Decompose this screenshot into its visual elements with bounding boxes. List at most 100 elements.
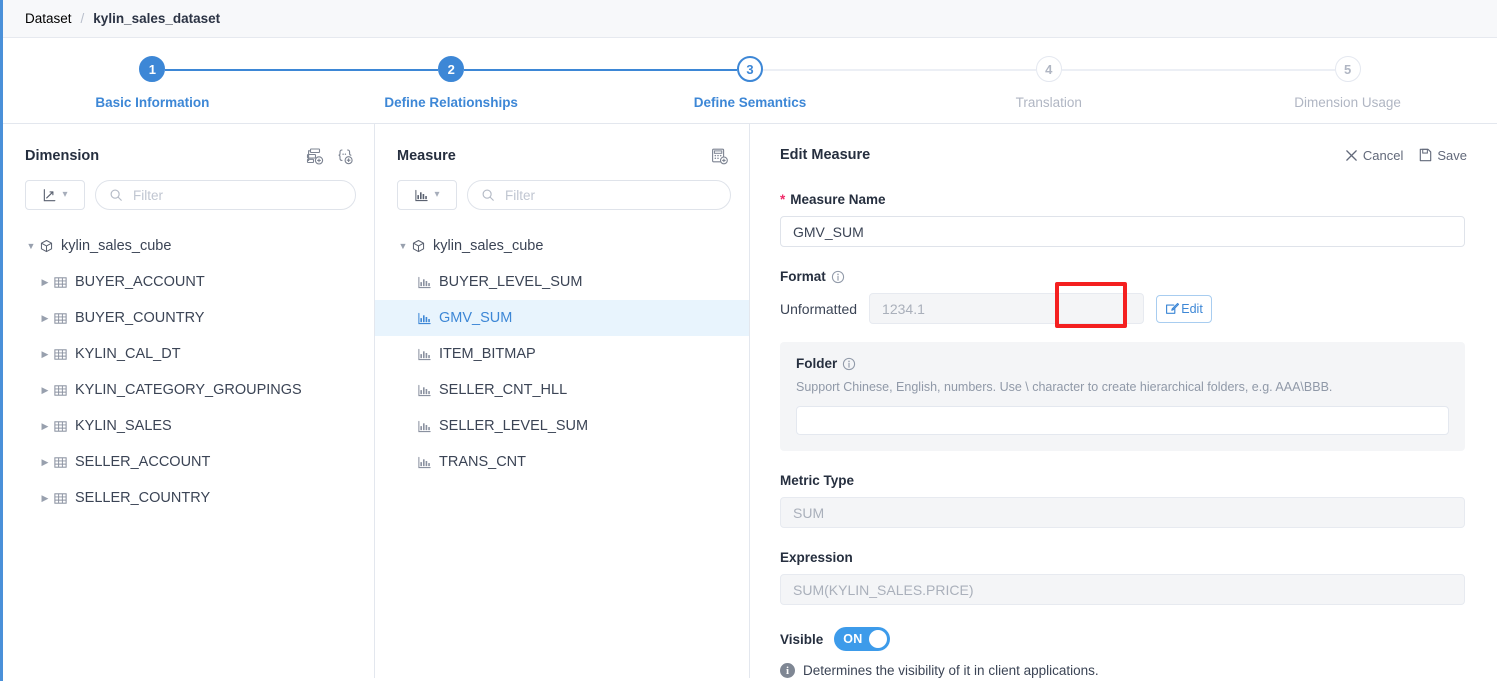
caret-down-icon[interactable]: ▼ (395, 241, 411, 251)
dimension-filter-input[interactable] (131, 186, 342, 204)
step-basic-information[interactable]: 1 Basic Information (3, 38, 302, 123)
measure-icon (417, 311, 439, 326)
table-icon (53, 347, 75, 362)
step-connector-right (165, 69, 302, 71)
expression-label-text: Expression (780, 550, 853, 565)
caret-right-icon[interactable]: ▶ (37, 313, 53, 324)
dimension-table-kylin-cal-dt[interactable]: ▶ KYLIN_CAL_DT (3, 336, 374, 372)
measure-name-value: GMV_SUM (793, 223, 864, 240)
add-named-set-icon[interactable] (335, 147, 354, 166)
format-edit-button[interactable]: Edit (1156, 294, 1213, 323)
info-circle-icon[interactable] (842, 357, 856, 371)
caret-down-icon[interactable]: ▼ (23, 241, 39, 251)
step-dimension-usage[interactable]: 5 Dimension Usage (1198, 38, 1497, 123)
measure-item-gmv-sum[interactable]: GMV_SUM (375, 300, 749, 336)
step-label: Basic Information (95, 95, 210, 110)
add-measure-icon[interactable] (710, 147, 729, 166)
caret-right-icon[interactable]: ▶ (37, 277, 53, 288)
info-badge-icon: i (780, 663, 795, 678)
measure-tree-root[interactable]: ▼ kylin_sales_cube (375, 228, 749, 264)
step-number: 1 (139, 56, 166, 82)
cancel-button-label: Cancel (1362, 147, 1404, 163)
table-icon (53, 275, 75, 290)
dimension-table-buyer-country[interactable]: ▶ BUYER_COUNTRY (3, 300, 374, 336)
measure-item-item-bitmap[interactable]: ITEM_BITMAP (375, 336, 749, 372)
step-translation[interactable]: 4 Translation (899, 38, 1199, 123)
step-label: Define Relationships (384, 95, 518, 110)
dimension-table-seller-account[interactable]: ▶ SELLER_ACCOUNT (3, 444, 374, 480)
step-connector-left (899, 69, 1036, 71)
save-button-label: Save (1437, 147, 1467, 163)
caret-right-icon[interactable]: ▶ (37, 349, 53, 360)
save-icon (1419, 148, 1432, 162)
dimension-table-kylin-sales[interactable]: ▶ KYLIN_SALES (3, 408, 374, 444)
dimension-filter-row: ▾ (3, 170, 374, 210)
search-icon (109, 188, 123, 202)
caret-right-icon[interactable]: ▶ (37, 457, 53, 468)
step-define-relationships[interactable]: 2 Define Relationships (301, 38, 601, 123)
dimension-table-label: BUYER_COUNTRY (75, 310, 205, 326)
cancel-button[interactable]: Cancel (1345, 148, 1403, 163)
dimension-tree-root[interactable]: ▼ kylin_sales_cube (3, 228, 374, 264)
breadcrumb-separator: / (80, 11, 85, 26)
measure-panel: Measure ▾ Filter ▼ kylin_sales_cube BUYE… (375, 124, 750, 678)
visible-toggle[interactable]: ON (834, 627, 891, 651)
dataset-define-semantics-page: Dataset / kylin_sales_dataset 1 Basic In… (0, 0, 1497, 681)
cube-icon (411, 239, 433, 254)
expression-input: SUM(KYLIN_SALES.PRICE) (780, 574, 1465, 605)
measure-panel-header: Measure (375, 124, 749, 170)
dimension-tree: ▼ kylin_sales_cube ▶ BUYER_ACCOUNT ▶ BUY… (3, 210, 374, 516)
expression-label: Expression (780, 550, 1465, 565)
dimension-table-buyer-account[interactable]: ▶ BUYER_ACCOUNT (3, 264, 374, 300)
required-marker: * (780, 192, 786, 207)
measure-item-label: GMV_SUM (439, 310, 513, 326)
save-button[interactable]: Save (1419, 148, 1467, 163)
measure-tree-root-label: kylin_sales_cube (433, 238, 544, 254)
edit-measure-form: * Measure Name GMV_SUM Format Unformatte… (750, 170, 1497, 678)
measure-item-label: BUYER_LEVEL_SUM (439, 274, 583, 290)
dimension-panel-header: Dimension (3, 124, 374, 170)
caret-right-icon[interactable]: ▶ (37, 493, 53, 504)
dimension-filter-box[interactable] (95, 180, 356, 210)
folder-label-text: Folder (796, 356, 838, 371)
measure-type-select[interactable]: ▾ (397, 180, 457, 210)
dimension-panel: Dimension ▾ Filter ▼ kylin_sales_cube ▶ … (3, 124, 375, 678)
step-label: Define Semantics (693, 95, 807, 110)
step-connector-left (600, 69, 737, 71)
measure-name-input[interactable]: GMV_SUM (780, 216, 1465, 247)
dimension-table-kylin-category-groupings[interactable]: ▶ KYLIN_CATEGORY_GROUPINGS (3, 372, 374, 408)
dimension-table-label: SELLER_ACCOUNT (75, 454, 211, 470)
table-icon (53, 419, 75, 434)
measure-filter-input[interactable] (503, 186, 717, 204)
info-circle-icon[interactable] (831, 270, 845, 284)
breadcrumb-root[interactable]: Dataset (25, 11, 72, 26)
metric-type-label-text: Metric Type (780, 473, 855, 488)
format-edit-button-label: Edit (1181, 301, 1203, 316)
bar-chart-icon (414, 188, 429, 203)
measure-item-trans-cnt[interactable]: TRANS_CNT (375, 444, 749, 480)
measure-item-buyer-level-sum[interactable]: BUYER_LEVEL_SUM (375, 264, 749, 300)
measure-filter-box[interactable] (467, 180, 731, 210)
dimension-type-select[interactable]: ▾ (25, 180, 85, 210)
caret-right-icon[interactable]: ▶ (37, 421, 53, 432)
folder-input[interactable] (796, 406, 1449, 435)
metric-type-input: SUM (780, 497, 1465, 528)
edit-measure-header: Edit Measure Cancel Save (750, 124, 1497, 170)
measure-item-seller-level-sum[interactable]: SELLER_LEVEL_SUM (375, 408, 749, 444)
step-connector-right (1061, 69, 1199, 71)
chevron-down-icon: ▾ (434, 189, 440, 200)
measure-item-seller-cnt-hll[interactable]: SELLER_CNT_HLL (375, 372, 749, 408)
dimension-table-label: BUYER_ACCOUNT (75, 274, 205, 290)
step-number: 4 (1035, 56, 1062, 82)
measure-tree: ▼ kylin_sales_cube BUYER_LEVEL_SUM GMV_S… (375, 210, 749, 480)
measure-icon (417, 275, 439, 290)
step-define-semantics[interactable]: 3 Define Semantics (600, 38, 900, 123)
measure-name-label: * Measure Name (780, 192, 1465, 207)
visible-note-text: Determines the visibility of it in clien… (803, 663, 1099, 678)
dimension-table-seller-country[interactable]: ▶ SELLER_COUNTRY (3, 480, 374, 516)
dimension-table-label: KYLIN_CATEGORY_GROUPINGS (75, 382, 302, 398)
table-icon (53, 383, 75, 398)
search-icon (481, 188, 495, 202)
caret-right-icon[interactable]: ▶ (37, 385, 53, 396)
add-hierarchy-icon[interactable] (305, 147, 324, 166)
